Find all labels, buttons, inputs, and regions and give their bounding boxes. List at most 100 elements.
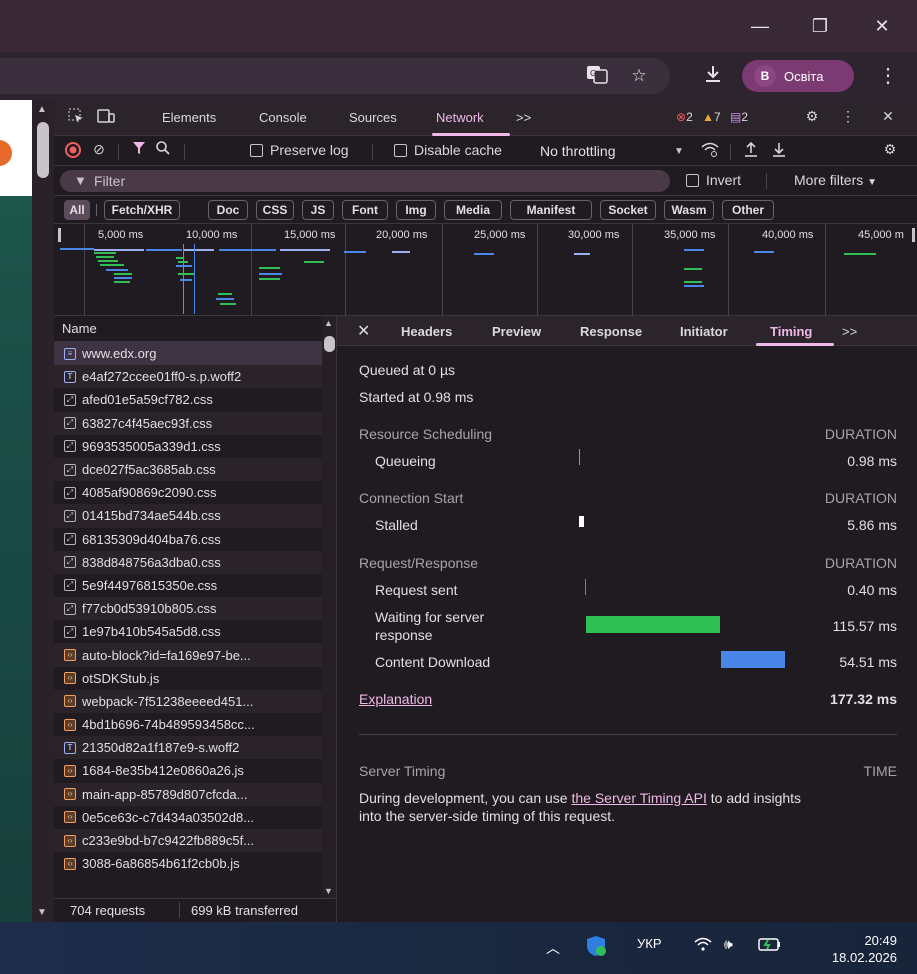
battery-icon[interactable]	[758, 936, 782, 955]
server-timing-api-link[interactable]: the Server Timing API	[571, 790, 706, 806]
type-filter-css[interactable]: CSS	[256, 200, 294, 220]
tab-elements[interactable]: Elements	[162, 110, 216, 125]
request-row[interactable]: ‹› 0e5ce63c-c7d434a03502d8...	[54, 806, 322, 829]
tab-network[interactable]: Network	[436, 110, 484, 125]
type-filter-fetch-xhr[interactable]: Fetch/XHR	[104, 200, 180, 220]
tab-initiator[interactable]: Initiator	[680, 324, 728, 339]
tab-headers[interactable]: Headers	[401, 324, 452, 339]
request-row[interactable]: ‹› main-app-85789d807cfcda...	[54, 782, 322, 806]
preserve-log-checkbox[interactable]: Preserve log	[250, 142, 349, 158]
request-row[interactable]: ⤢ 01415bd734ae544b.css	[54, 504, 322, 528]
request-row[interactable]: ‹› otSDKStub.js	[54, 667, 322, 690]
network-conditions-icon[interactable]	[700, 141, 720, 160]
request-row[interactable]: T 21350d82a1f187e9-s.woff2	[54, 736, 322, 760]
network-overview-timeline[interactable]: 5,000 ms 10,000 ms 15,000 ms 20,000 ms 2…	[54, 224, 917, 316]
address-field[interactable]	[0, 58, 670, 94]
scroll-up-icon[interactable]: ▲	[37, 104, 47, 115]
tab-sources[interactable]: Sources	[349, 110, 397, 125]
request-row[interactable]: ⤢ f77cb0d53910b805.css	[54, 597, 322, 621]
tab-response[interactable]: Response	[580, 324, 642, 339]
language-indicator[interactable]: УКР	[637, 936, 662, 951]
request-row[interactable]: ⤢ 68135309d404ba76.css	[54, 528, 322, 551]
device-toolbar-icon[interactable]	[96, 108, 116, 127]
preserve-log-label: Preserve log	[270, 142, 349, 158]
request-row[interactable]: ‹› webpack-7f51238eeeed451...	[54, 689, 322, 713]
request-row[interactable]: ⤢ dce027f5ac3685ab.css	[54, 457, 322, 482]
type-filter-doc[interactable]: Doc	[208, 200, 248, 220]
request-name: 1684-8e35b412e0860a26.js	[82, 763, 244, 779]
type-filter-all[interactable]: All	[64, 200, 90, 220]
type-filter-other[interactable]: Other	[722, 200, 774, 220]
request-row[interactable]: ⤢ 63827c4f45aec93f.css	[54, 411, 322, 435]
volume-icon[interactable]: 🕪	[724, 936, 733, 953]
scroll-down-icon[interactable]: ▼	[324, 886, 333, 896]
type-filter-manifest[interactable]: Manifest	[510, 200, 592, 220]
import-har-icon[interactable]	[742, 141, 760, 160]
scroll-up-icon[interactable]: ▲	[324, 318, 333, 328]
show-hidden-icons-chevron[interactable]: ︿	[546, 938, 560, 958]
request-row[interactable]: Te4af272ccee01ff0-s.p.woff2	[54, 365, 322, 389]
stop-recording-icon[interactable]	[64, 142, 82, 161]
wifi-icon[interactable]	[694, 936, 712, 955]
request-row[interactable]: ⤢ afed01e5a59cf782.css	[54, 388, 322, 411]
close-detail-icon[interactable]: ✕	[357, 321, 370, 341]
search-icon[interactable]	[154, 141, 172, 158]
more-tabs-button[interactable]: >>	[516, 110, 531, 125]
filter-funnel-icon[interactable]	[130, 141, 148, 158]
tab-preview[interactable]: Preview	[492, 324, 541, 339]
type-filter-font[interactable]: Font	[342, 200, 388, 220]
type-filter-wasm[interactable]: Wasm	[664, 200, 714, 220]
request-row[interactable]: ‹› 1684-8e35b412e0860a26.js	[54, 759, 322, 782]
network-settings-icon[interactable]: ⚙	[880, 141, 900, 158]
close-window-icon[interactable]: ✕	[862, 10, 902, 42]
request-row[interactable]: ≡ www.edx.org	[54, 342, 322, 366]
scrollbar-thumb[interactable]	[324, 336, 335, 352]
request-row[interactable]: ‹› c233e9bd-b7c9422fb889c5f...	[54, 828, 322, 853]
tab-timing[interactable]: Timing	[770, 324, 812, 339]
bookmark-star-icon[interactable]: ☆	[626, 64, 652, 88]
overview-handle-right[interactable]	[912, 228, 915, 242]
request-row[interactable]: ⤢ 5e9f44976815350e.css	[54, 574, 322, 597]
request-row[interactable]: ⤢ 1e97b410b545a5d8.css	[54, 620, 322, 643]
request-row[interactable]: ⤢ 838d848756a3dba0.css	[54, 550, 322, 574]
defender-shield-icon[interactable]	[584, 934, 608, 961]
request-row[interactable]: ‹› 4bd1b696-74b489593458cc...	[54, 713, 322, 736]
request-row[interactable]: ‹› auto-block?id=fa169e97-be...	[54, 643, 322, 667]
request-row[interactable]: ‹› 3088-6a86854b61f2cb0b.js	[54, 852, 322, 875]
chrome-menu-icon[interactable]: ⋮	[878, 62, 898, 90]
throttling-select[interactable]: No throttling ▼	[534, 139, 694, 163]
request-list-scrollbar[interactable]: ▲ ▼	[322, 316, 337, 898]
translate-icon[interactable]: G	[584, 64, 610, 88]
devtools-menu-icon[interactable]: ⋮	[840, 108, 856, 125]
close-devtools-icon[interactable]: ✕	[878, 108, 898, 125]
restore-icon[interactable]: ❐	[800, 10, 840, 42]
invert-checkbox[interactable]: Invert	[686, 172, 741, 188]
tab-console[interactable]: Console	[259, 110, 307, 125]
inspect-element-icon[interactable]	[66, 108, 86, 127]
settings-gear-icon[interactable]: ⚙	[802, 108, 822, 125]
more-filters-dropdown[interactable]: More filters ▼	[794, 172, 877, 188]
overview-handle-left[interactable]	[58, 228, 61, 242]
type-filter-socket[interactable]: Socket	[600, 200, 656, 220]
type-filter-img[interactable]: Img	[396, 200, 436, 220]
request-row[interactable]: ⤢ 9693535005a339d1.css	[54, 435, 322, 458]
scroll-down-icon[interactable]: ▼	[37, 907, 47, 918]
page-scrollbar[interactable]: ▲ ▼	[32, 100, 54, 922]
name-column-header[interactable]: Name	[54, 316, 337, 342]
type-filter-js[interactable]: JS	[302, 200, 334, 220]
request-row[interactable]: ⤢ 4085af90869c2090.css	[54, 481, 322, 504]
system-clock[interactable]: 20:49 18.02.2026	[832, 932, 897, 966]
filter-input[interactable]: ▼ Filter	[60, 170, 670, 192]
type-filter-media[interactable]: Media	[444, 200, 502, 220]
disable-cache-checkbox[interactable]: Disable cache	[394, 142, 502, 158]
export-har-icon[interactable]	[770, 141, 788, 160]
scrollbar-thumb[interactable]	[37, 122, 49, 178]
download-icon[interactable]	[700, 64, 726, 88]
clear-icon[interactable]: ⊘	[90, 141, 108, 158]
explanation-link[interactable]: Explanation	[359, 691, 432, 707]
profile-button[interactable]: B Освіта	[742, 60, 854, 92]
minimize-icon[interactable]: —	[740, 10, 780, 42]
request-name: 5e9f44976815350e.css	[82, 577, 218, 593]
more-tabs-button[interactable]: >>	[842, 324, 857, 339]
issues-counters[interactable]: ⊗2 ▲7 ▤2	[676, 110, 748, 124]
